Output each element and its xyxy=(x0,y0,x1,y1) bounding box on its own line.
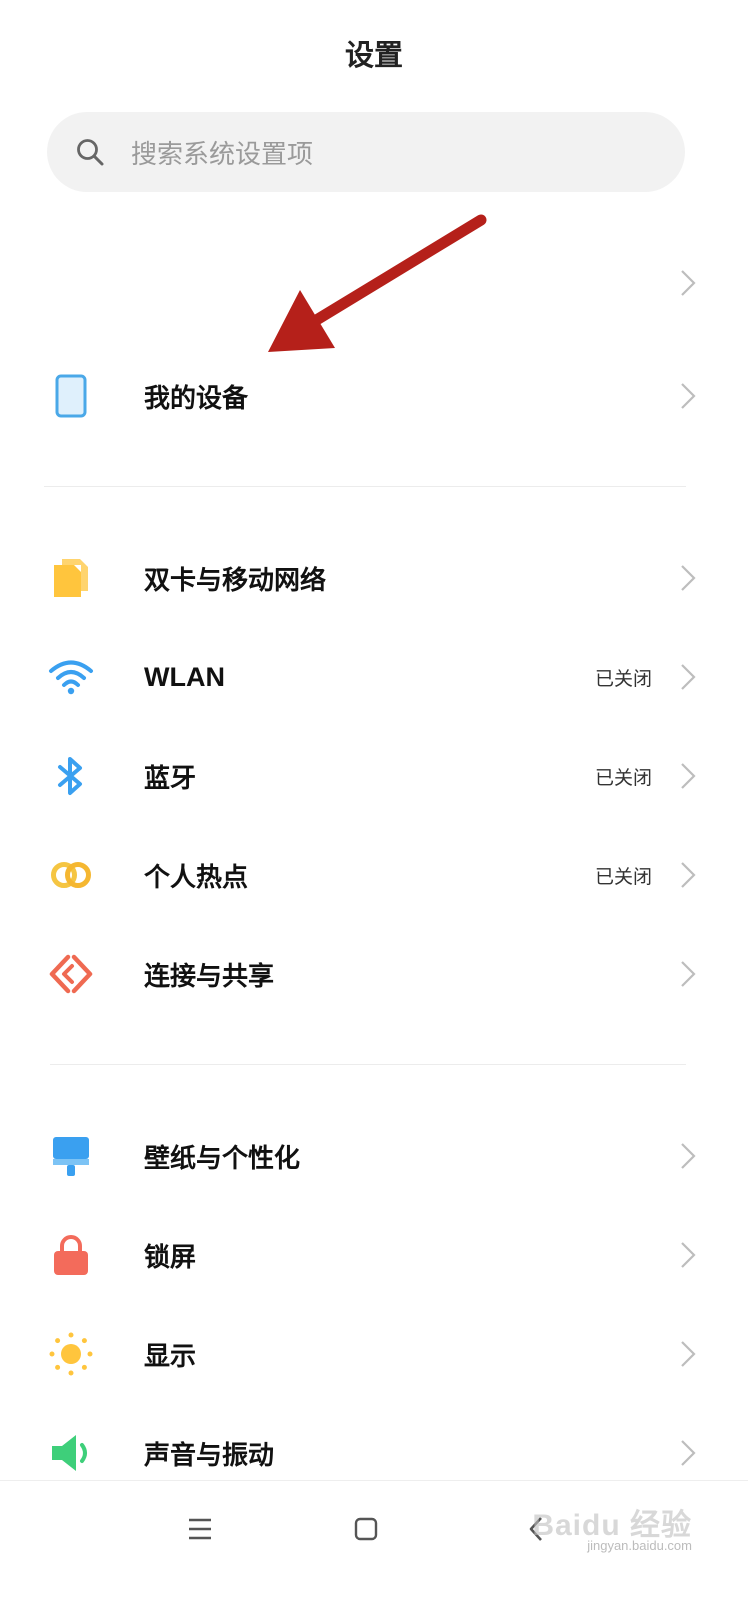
settings-item-hotspot[interactable]: 个人热点 已关闭 xyxy=(0,830,748,920)
speaker-icon xyxy=(48,1430,94,1476)
chevron-right-icon xyxy=(681,565,696,591)
settings-item-my-device[interactable]: 我的设备 xyxy=(0,351,748,441)
home-square-icon[interactable] xyxy=(346,1509,386,1549)
chevron-right-icon xyxy=(681,1143,696,1169)
settings-item-wallpaper[interactable]: 壁纸与个性化 xyxy=(0,1111,748,1201)
settings-item-wlan[interactable]: WLAN 已关闭 xyxy=(0,632,748,722)
search-placeholder: 搜索系统设置项 xyxy=(131,139,314,170)
connection-share-icon xyxy=(48,951,94,997)
settings-item-label: 显示 xyxy=(144,1341,197,1372)
chevron-right-icon xyxy=(681,862,696,888)
section-divider xyxy=(50,1064,686,1065)
settings-item-label: 蓝牙 xyxy=(144,763,197,794)
chevron-right-icon xyxy=(681,664,696,690)
settings-item-label: WLAN xyxy=(144,661,225,692)
section-divider xyxy=(44,486,686,487)
lock-icon xyxy=(48,1232,94,1278)
hotspot-icon xyxy=(48,852,94,898)
settings-item-label: 锁屏 xyxy=(144,1242,197,1273)
sim-card-icon xyxy=(48,555,94,601)
settings-item-lock-screen[interactable]: 锁屏 xyxy=(0,1210,748,1300)
chevron-right-icon xyxy=(681,763,696,789)
menu-icon[interactable] xyxy=(180,1509,220,1549)
chevron-right-icon xyxy=(681,1242,696,1268)
account-row[interactable] xyxy=(0,238,748,328)
settings-item-display[interactable]: 显示 xyxy=(0,1309,748,1399)
chevron-right-icon xyxy=(681,961,696,987)
settings-item-label: 双卡与移动网络 xyxy=(144,565,327,596)
settings-item-label: 连接与共享 xyxy=(144,961,275,992)
chevron-right-icon xyxy=(681,383,696,409)
status-text: 已关闭 xyxy=(594,865,652,888)
settings-item-label: 个人热点 xyxy=(144,862,249,893)
phone-device-icon xyxy=(48,373,94,419)
status-text: 已关闭 xyxy=(594,667,652,690)
settings-item-label: 我的设备 xyxy=(144,383,249,414)
search-icon xyxy=(77,139,104,166)
chevron-right-icon xyxy=(681,1341,696,1367)
search-bar[interactable]: 搜索系统设置项 xyxy=(47,112,685,192)
watermark-url: jingyan.baidu.com xyxy=(587,1538,692,1553)
page-title: 设置 xyxy=(344,38,403,72)
settings-item-label: 壁纸与个性化 xyxy=(144,1143,301,1174)
chevron-right-icon xyxy=(681,1440,696,1466)
wallpaper-icon xyxy=(48,1133,94,1179)
bluetooth-icon xyxy=(48,753,94,799)
chevron-right-icon xyxy=(681,270,696,296)
settings-item-dual-sim[interactable]: 双卡与移动网络 xyxy=(0,533,748,623)
wifi-icon xyxy=(48,654,94,700)
status-text: 已关闭 xyxy=(594,766,652,789)
sun-icon xyxy=(48,1331,94,1377)
settings-item-bluetooth[interactable]: 蓝牙 已关闭 xyxy=(0,731,748,821)
settings-item-connection-share[interactable]: 连接与共享 xyxy=(0,929,748,1019)
settings-item-label: 声音与振动 xyxy=(144,1440,275,1471)
